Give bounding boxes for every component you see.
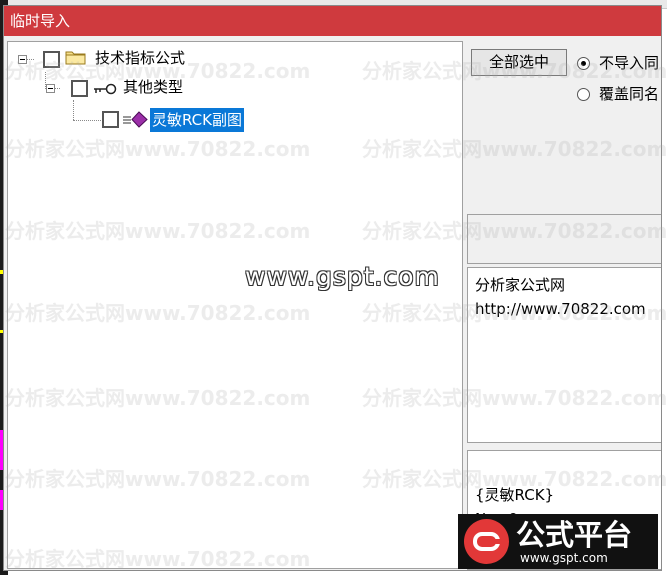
key-icon <box>93 81 117 95</box>
radio-skip-duplicates[interactable] <box>577 57 590 70</box>
tree-connector <box>73 120 101 121</box>
logo-url: www.gspt.com <box>520 551 608 565</box>
radio-overwrite[interactable] <box>577 88 590 101</box>
info-line: http://www.70822.com <box>475 300 646 318</box>
tree-checkbox-leaf[interactable] <box>102 111 119 128</box>
dialog-title: 临时导入 <box>10 12 71 30</box>
info-panel: 分析家公式网 http://www.70822.com <box>467 267 661 443</box>
logo-title: 公式平台 <box>516 518 633 552</box>
tree-checkbox-group[interactable] <box>71 80 88 97</box>
tree-label-group[interactable]: 其他类型 <box>123 75 183 99</box>
formula-line: {灵敏RCK} <box>475 486 555 504</box>
tree-expander-root[interactable] <box>18 55 27 64</box>
empty-panel <box>467 214 661 264</box>
tree-label-leaf[interactable]: 灵敏RCK副图 <box>150 108 244 132</box>
select-all-button[interactable]: 全部选中 <box>471 49 567 76</box>
gspt-watermark: www.gspt.com <box>245 262 440 291</box>
radio-skip-duplicates-label[interactable]: 不导入同 <box>599 53 659 73</box>
formula-tree[interactable]: 技术指标公式 其他类型 灵敏RCK副图 <box>7 41 463 569</box>
tree-label-root[interactable]: 技术指标公式 <box>95 46 185 70</box>
folder-icon <box>65 49 86 65</box>
diamond-icon <box>122 111 148 128</box>
gspt-logo: 公式平台 www.gspt.com <box>458 514 658 569</box>
tree-connector <box>26 59 34 60</box>
tree-expander-group[interactable] <box>46 84 55 93</box>
info-line: 分析家公式网 <box>475 276 566 294</box>
logo-mark-icon <box>464 519 509 564</box>
tree-connector <box>73 100 74 120</box>
options-panel: 全部选中 不导入同 覆盖同名 分析家公式网 http://www.70822.c… <box>464 41 661 570</box>
tree-checkbox-root[interactable] <box>43 51 60 68</box>
radio-overwrite-label[interactable]: 覆盖同名 <box>599 84 659 104</box>
dialog-title-bar[interactable]: 临时导入 <box>4 6 661 36</box>
